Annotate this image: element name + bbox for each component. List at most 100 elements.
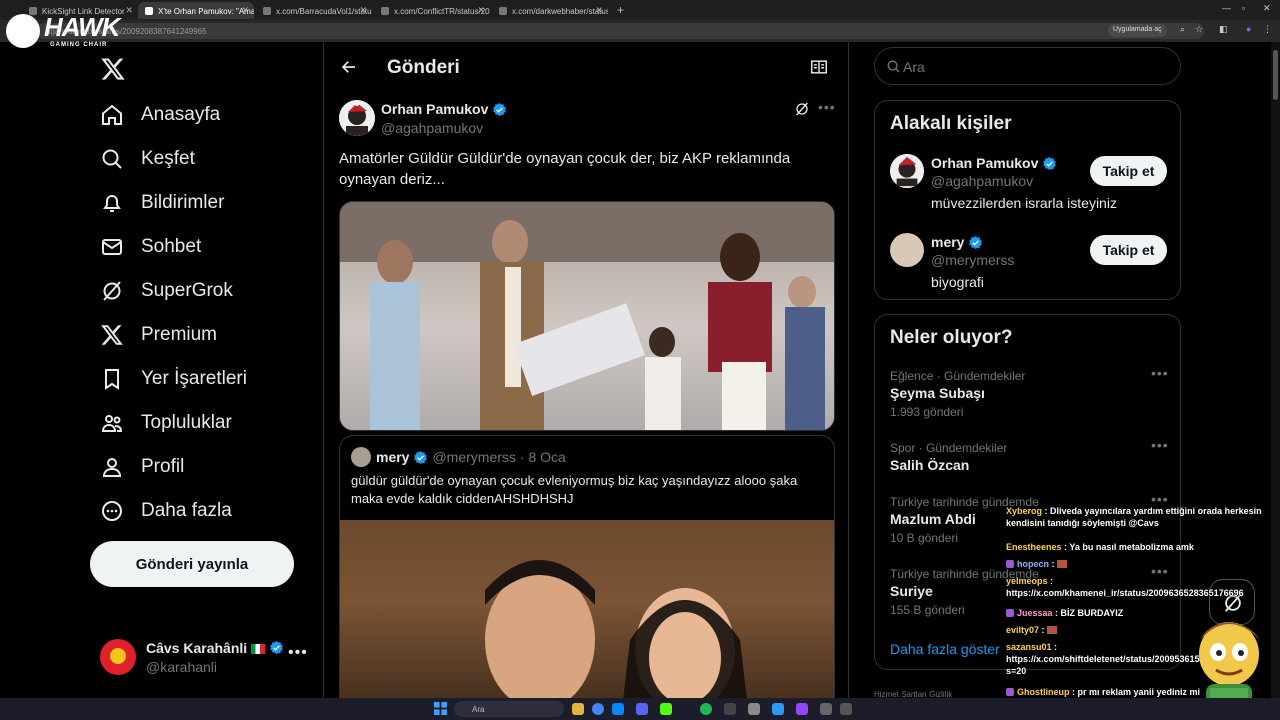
search-box[interactable] [874, 47, 1181, 85]
nav-messages[interactable]: Sohbet [100, 229, 201, 265]
follow-button[interactable]: Takip et [1090, 235, 1167, 265]
browser-tab[interactable]: x.com/BarracudaVol1/status/20✕ [256, 2, 372, 19]
trend-more-icon[interactable]: ••• [1151, 365, 1169, 381]
open-in-app-button[interactable]: Uygulamada aç [1108, 24, 1167, 37]
account-switcher[interactable]: Câvs Karahânli @karahanli ••• [100, 638, 310, 678]
address-bar-row: agahpamukov/status/2009208387641249965 U… [0, 20, 1280, 42]
tab-label: x.com/ConflictTR/status/20095 [394, 7, 490, 16]
windows-start-icon[interactable] [434, 702, 447, 715]
minimize-icon[interactable]: — [1222, 3, 1231, 13]
search-input[interactable] [903, 57, 1163, 76]
related-person[interactable]: Orhan Pamukov @agahpamukov müvezzilerden… [890, 154, 1170, 224]
bookmark-star-icon[interactable]: ☆ [1195, 24, 1203, 35]
x-logo-icon[interactable] [100, 56, 126, 82]
avatar-portrait-icon [890, 154, 924, 188]
browser-tab[interactable]: x.com/darkwebhaber/status/20✕ [492, 2, 608, 19]
nav-explore[interactable]: Keşfet [100, 141, 195, 177]
trend-item[interactable]: Spor · Gündemdekiler Salih Özcan ••• [890, 437, 1175, 497]
zoom-icon[interactable]: ⌕ [1180, 24, 1185, 35]
obs-icon[interactable] [724, 703, 736, 715]
nav-more-label: Daha fazla [141, 500, 232, 521]
quote-author-avatar[interactable] [351, 447, 371, 467]
chrome-icon[interactable] [592, 703, 604, 715]
related-person-name: Orhan Pamukov [931, 155, 1039, 171]
extensions-icon[interactable]: ◧ [1219, 24, 1228, 35]
trend-item[interactable]: Eğlence · Gündemdekiler Şeyma Subaşı 1.9… [890, 365, 1175, 425]
nav-home[interactable]: Anasayfa [100, 97, 220, 133]
post-button[interactable]: Gönderi yayınla [90, 541, 294, 587]
post-author-name-row[interactable]: Orhan Pamukov [381, 101, 507, 117]
trend-name: Mazlum Abdi [890, 511, 976, 527]
settings-icon[interactable] [748, 703, 760, 715]
tab-label: x.com/darkwebhaber/status/20 [512, 7, 608, 16]
chat-message: Enestheenes : Ya bu nasıl metabolizma am… [1006, 542, 1194, 552]
trend-more-icon[interactable]: ••• [1151, 437, 1169, 453]
tab-close-icon[interactable]: ✕ [595, 5, 603, 16]
nav-profile[interactable]: Profil [100, 449, 184, 485]
edge-icon[interactable] [612, 703, 624, 715]
post-image[interactable] [339, 201, 835, 431]
maximize-icon[interactable]: ▫ [1242, 3, 1245, 13]
tab-close-icon[interactable]: ✕ [241, 5, 249, 16]
chat-username: evilty07 [1006, 625, 1040, 635]
tab-favicon-icon [381, 7, 389, 15]
quote-image[interactable] [340, 520, 834, 720]
post-author-handle[interactable]: @agahpamukov [381, 120, 483, 136]
nav-bookmarks[interactable]: Yer İşaretleri [100, 361, 247, 397]
reader-mode-icon[interactable] [810, 59, 828, 75]
hawk-logo-sub: GAMING CHAIR [50, 42, 108, 48]
back-arrow-icon[interactable] [340, 58, 358, 76]
chat-username: yelmeops [1006, 576, 1048, 586]
avatar [890, 154, 924, 188]
home-icon [102, 104, 122, 125]
kick-icon[interactable] [660, 703, 672, 715]
taskbar-search-label: Ara [472, 705, 485, 714]
discord-icon[interactable] [636, 703, 648, 715]
browser-tab-active[interactable]: X'te Orhan Pamukov: "Amatörle✕ [138, 2, 254, 19]
show-more-link[interactable]: Daha fazla göster [890, 641, 1000, 657]
tab-close-icon[interactable]: ✕ [125, 5, 133, 16]
grok-icon[interactable] [794, 101, 810, 117]
post-more-icon[interactable]: ••• [818, 99, 836, 115]
new-tab-icon[interactable]: + [617, 3, 624, 17]
follow-button[interactable]: Takip et [1090, 156, 1167, 186]
nav-communities[interactable]: Topluluklar [100, 405, 232, 441]
tab-close-icon[interactable]: ✕ [477, 5, 485, 16]
quote-text: güldür güldür'de oynayan çocuk evleniyor… [351, 473, 798, 506]
app-icon[interactable] [820, 703, 832, 715]
trend-name: Salih Özcan [890, 457, 970, 473]
chat-text: Ya bu nasıl metabolizma amk [1069, 542, 1194, 552]
scrollbar-thumb[interactable] [1273, 50, 1278, 100]
app-icon[interactable] [840, 703, 852, 715]
address-bar[interactable]: agahpamukov/status/2009208387641249965 [36, 23, 1204, 39]
account-more-icon[interactable]: ••• [288, 644, 308, 662]
related-people-title: Alakalı kişiler [890, 113, 1012, 134]
close-window-icon[interactable]: ✕ [1263, 3, 1271, 14]
taskbar-search[interactable]: Ara [454, 701, 564, 717]
trend-name: Şeyma Subaşı [890, 385, 985, 401]
profile-icon[interactable]: ● [1246, 24, 1251, 34]
nav-premium[interactable]: Premium [100, 317, 217, 353]
menu-icon[interactable]: ⋮ [1263, 24, 1272, 35]
communities-icon [101, 415, 123, 432]
chat-username: sazansu01 [1006, 642, 1052, 652]
spotify-icon[interactable] [700, 703, 712, 715]
tab-favicon-icon [263, 7, 271, 15]
file-explorer-icon[interactable] [572, 703, 584, 715]
chat-text: https://x.com/khamenei_ir/status/2009636… [1006, 588, 1244, 598]
related-person[interactable]: mery @merymerss biyografi Takip et [890, 233, 1170, 303]
nav-bookmarks-label: Yer İşaretleri [141, 368, 247, 389]
verified-badge-icon [270, 640, 284, 655]
nav-notifications[interactable]: Bildirimler [100, 185, 224, 221]
quoted-post[interactable]: mery @merymerss · 8 Oca güldür güldür'de… [339, 435, 835, 720]
post-author-avatar[interactable] [339, 100, 375, 136]
nav-supergrok[interactable]: SuperGrok [100, 273, 233, 309]
nav-more[interactable]: Daha fazla [100, 493, 232, 529]
steam-icon[interactable] [772, 703, 784, 715]
tab-close-icon[interactable]: ✕ [359, 5, 367, 16]
nav-profile-label: Profil [141, 456, 185, 477]
nav-home-label: Anasayfa [141, 104, 221, 125]
twitch-icon[interactable] [796, 703, 808, 715]
scrollbar[interactable] [1271, 42, 1280, 698]
browser-tab[interactable]: x.com/ConflictTR/status/20095✕ [374, 2, 490, 19]
